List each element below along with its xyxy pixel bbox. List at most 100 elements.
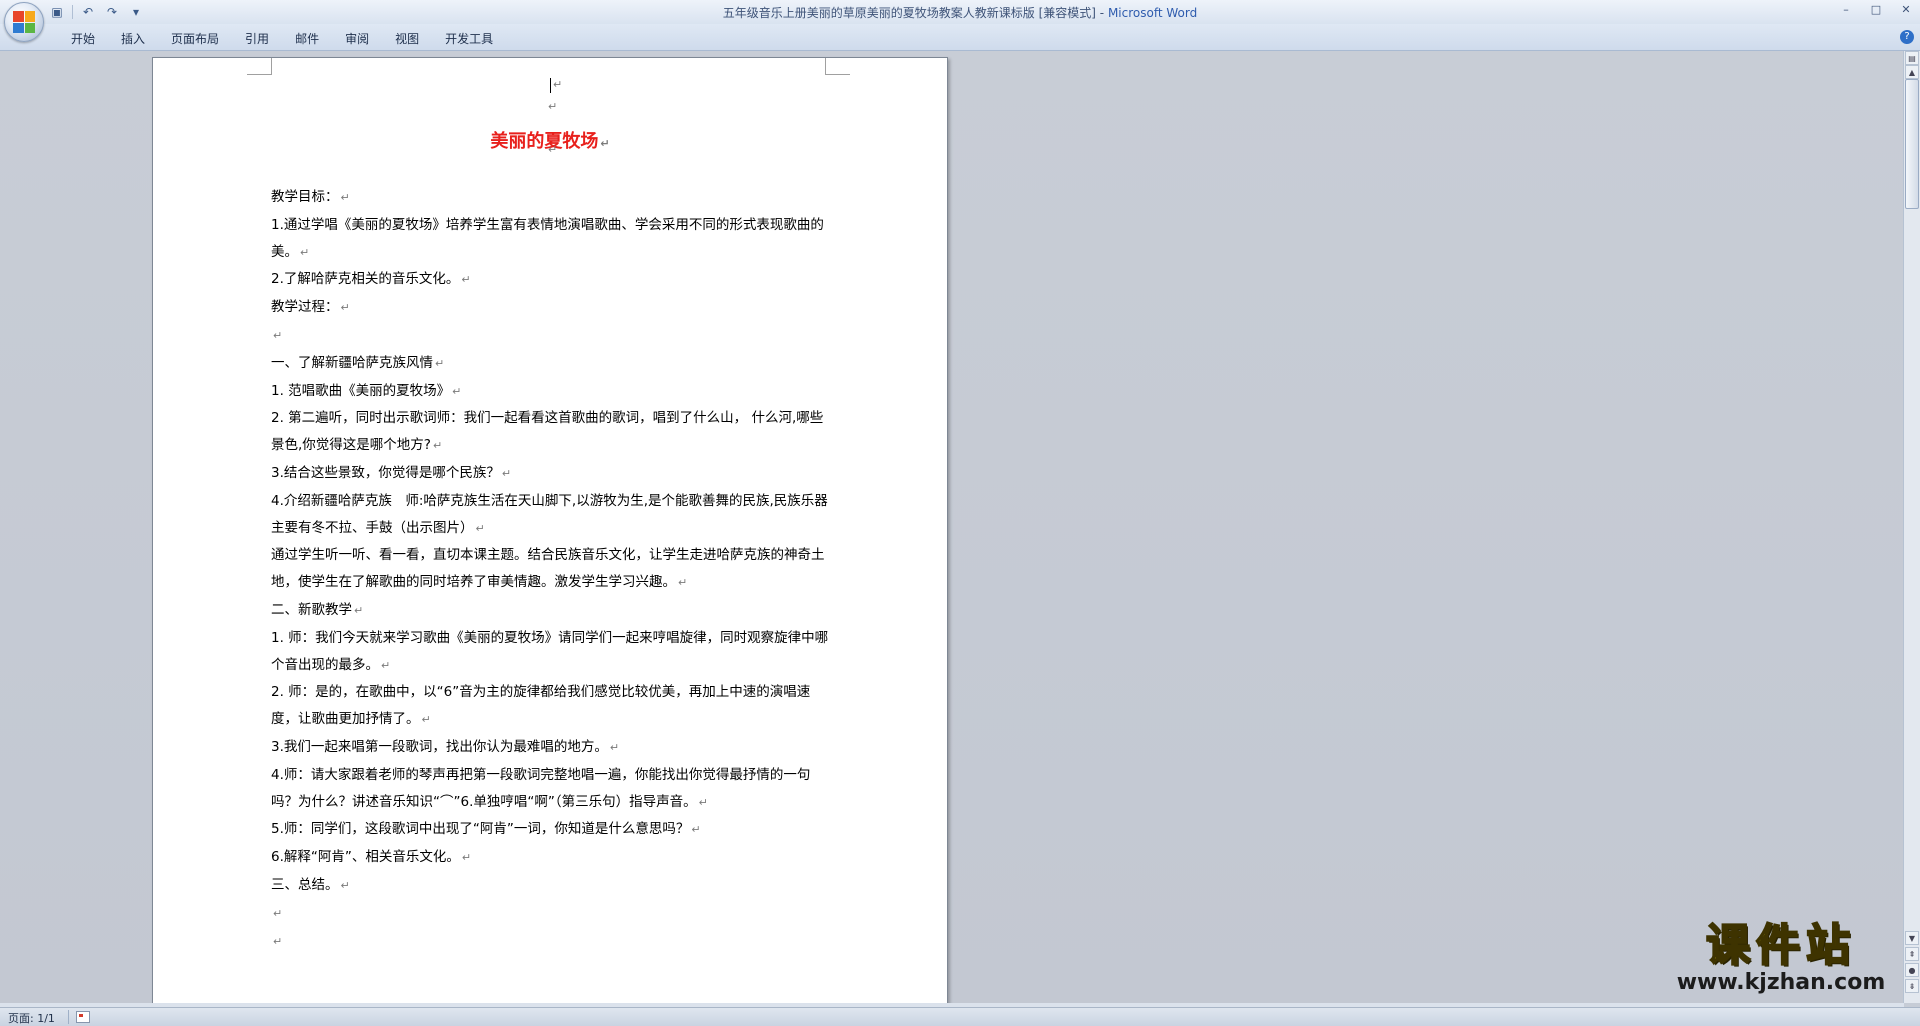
paragraph-mark-icon: ↵ [435, 356, 445, 370]
paragraph-mark-icon: ↵ [421, 713, 431, 727]
paragraph[interactable]: 2. 师：是的，在歌曲中，以“6”音为主的旋律都给我们感觉比较优美，再加上中速的… [271, 679, 831, 734]
paragraph[interactable]: 3.结合这些景致，你觉得是哪个民族？ ↵ [271, 460, 831, 488]
paragraph-mark-icon: ↵ [340, 301, 350, 315]
app-name: Microsoft Word [1107, 6, 1198, 20]
paragraph-mark-icon: ↵ [300, 245, 310, 259]
document-title-text: 美丽的夏牧场 [490, 131, 599, 152]
tab-5[interactable]: 审阅 [332, 30, 382, 48]
paragraph[interactable]: 4.介绍新疆哈萨克族 师:哈萨克族生活在天山脚下,以游牧为生,是个能歌善舞的民族… [271, 488, 831, 543]
watermark-logo: 课件站 [1705, 920, 1856, 971]
status-separator [68, 1010, 69, 1024]
paragraph-text: 3.我们一起来唱第一段歌词，找出你认为最难唱的地方。 [271, 738, 608, 755]
paragraph[interactable]: 5.师：同学们，这段歌词中出现了“阿肯”一词，你知道是什么意思吗？ ↵ [271, 816, 831, 844]
paragraph[interactable]: 二、新歌教学 ↵ [271, 597, 831, 625]
window-title: 五年级音乐上册美丽的草原美丽的夏牧场教案人教新课标版 [兼容模式] - Micr… [0, 4, 1920, 21]
paragraph-mark-icon: ↵ [381, 658, 391, 672]
paragraph[interactable]: 教学目标： ↵ [271, 184, 831, 212]
tab-2[interactable]: 页面布局 [158, 30, 232, 48]
document-body[interactable]: 教学目标： ↵ 1.通过学唱《美丽的夏牧场》培养学生富有表情地演唱歌曲、学会采用不同… [271, 184, 831, 955]
paragraph-mark-icon: ↵ [452, 384, 462, 398]
paragraph-mark-icon: ↵ [340, 191, 350, 204]
tab-4[interactable]: 邮件 [282, 30, 332, 48]
paragraph-text: 教学过程： [271, 299, 339, 316]
tab-7[interactable]: 开发工具 [432, 30, 506, 48]
watermark-url: www.kjzhan.com [1676, 970, 1886, 995]
paragraph[interactable]: 通过学生听一听、看一看，直切本课主题。结合民族音乐文化，让学生走进哈萨克族的神奇… [271, 542, 831, 597]
margin-corner-top-right [825, 58, 850, 75]
scrollbar-thumb[interactable] [1905, 79, 1919, 209]
next-page-icon[interactable]: ⇟ [1905, 979, 1919, 993]
tab-0[interactable]: 开始 [58, 30, 108, 48]
scroll-up-icon[interactable]: ▲ [1905, 65, 1919, 79]
paragraph[interactable]: 一、了解新疆哈萨克族风情 ↵ [271, 350, 831, 378]
window-controls: – □ ✕ [1838, 2, 1914, 18]
paragraph-text: 2.了解哈萨克相关的音乐文化。 [271, 271, 460, 288]
paragraph-mark-icon: ↵ [273, 328, 283, 342]
ruler-toggle-icon[interactable]: ▤ [1905, 51, 1919, 65]
paragraph-text: 2. 第二遍听，同时出示歌词师：我们一起看看这首歌曲的歌词，唱到了什么山， 什么… [271, 410, 824, 454]
paragraph-mark-icon: ↵ [273, 934, 283, 948]
vertical-scrollbar[interactable]: ▤ ▲ ▼ ⇞ ● ⇟ [1903, 51, 1920, 1003]
paragraph-mark-icon: ↵ [354, 603, 364, 617]
document-name: 五年级音乐上册美丽的草原美丽的夏牧场教案人教新课标版 [兼容模式] - [722, 6, 1105, 20]
paragraph-text: 二、新歌教学 [271, 601, 352, 618]
paragraph[interactable]: ↵ [271, 928, 831, 956]
paragraph-text: 1. 师：我们今天就来学习歌曲《美丽的夏牧场》请同学们一起来哼唱旋律，同时观察旋… [271, 629, 829, 673]
ribbon-tabs: 开始 插入 页面布局 引用 邮件 审阅 视图 开发工具 [58, 30, 506, 48]
paragraph-mark-icon: ↵ [475, 521, 485, 535]
paragraph-mark-icon: ↵ [501, 466, 512, 480]
paragraph[interactable]: 1.通过学唱《美丽的夏牧场》培养学生富有表情地演唱歌曲、学会采用不同的形式表现歌… [271, 212, 831, 267]
page-count[interactable]: 页面: 1/1 [8, 1010, 55, 1026]
office-button[interactable] [4, 2, 44, 42]
paragraph-text: 5.师：同学们，这段歌词中出现了“阿肯”一词，你知道是什么意思吗？ [271, 821, 690, 838]
tab-1[interactable]: 插入 [108, 30, 158, 48]
paragraph[interactable]: 1. 师：我们今天就来学习歌曲《美丽的夏牧场》请同学们一起来哼唱旋律，同时观察旋… [271, 625, 831, 680]
paragraph-text: 6.解释“阿肯”、相关音乐文化。 [271, 849, 460, 866]
paragraph-mark-icon: ↵ [548, 100, 558, 113]
paragraph-mark-icon: ↵ [273, 906, 283, 920]
help-icon[interactable]: ? [1900, 30, 1914, 44]
paragraph-mark-icon: ↵ [553, 78, 563, 91]
document-page[interactable]: ↵ ↵ 美丽的夏牧场 ↵ ↵ 教学目标： ↵ 1.通过学唱《美丽的夏牧场》培养学生富有… [152, 57, 948, 1003]
paragraph-text: 4.师：请大家跟着老师的琴声再把第一段歌词完整地唱一遍，你能找出你觉得最抒情的一… [271, 766, 811, 810]
office-logo-icon [13, 11, 35, 33]
paragraph-text: 一、了解新疆哈萨克族风情 [271, 354, 433, 371]
ribbon-tab-bar: 开始 插入 页面布局 引用 邮件 审阅 视图 开发工具 ? [0, 24, 1920, 51]
paragraph[interactable]: ↵ [271, 900, 831, 928]
paragraph[interactable]: 2. 第二遍听，同时出示歌词师：我们一起看看这首歌曲的歌词，唱到了什么山， 什么… [271, 405, 831, 460]
tab-6[interactable]: 视图 [382, 30, 432, 48]
paragraph[interactable]: 1. 范唱歌曲《美丽的夏牧场》 ↵ [271, 378, 831, 406]
paragraph-text: 1.通过学唱《美丽的夏牧场》培养学生富有表情地演唱歌曲、学会采用不同的形式表现歌… [271, 216, 824, 260]
paragraph-mark-icon: ↵ [432, 439, 443, 453]
watermark: 课件站 www.kjzhan.com [1666, 920, 1896, 1002]
paragraph-mark-icon: ↵ [461, 851, 472, 865]
title-bar: ▣ ↶ ↷ ▾ 五年级音乐上册美丽的草原美丽的夏牧场教案人教新课标版 [兼容模式… [0, 0, 1920, 25]
status-bar: 页面: 1/1 [0, 1007, 1920, 1026]
paragraph[interactable]: 教学过程： ↵ [271, 294, 831, 322]
paragraph[interactable]: 2.了解哈萨克相关的音乐文化。 ↵ [271, 266, 831, 294]
document-workspace[interactable]: ↵ ↵ 美丽的夏牧场 ↵ ↵ 教学目标： ↵ 1.通过学唱《美丽的夏牧场》培养学生富有… [0, 51, 1904, 1003]
paragraph-text: 通过学生听一听、看一看，直切本课主题。结合民族音乐文化，让学生走进哈萨克族的神奇… [271, 547, 825, 591]
paragraph[interactable]: ↵ [271, 322, 831, 350]
tab-3[interactable]: 引用 [232, 30, 282, 48]
paragraph-mark-icon: ↵ [678, 576, 688, 590]
proofing-icon[interactable] [76, 1011, 90, 1023]
paragraph-mark-icon: ↵ [340, 878, 350, 892]
paragraph-text: 2. 师：是的，在歌曲中，以“6”音为主的旋律都给我们感觉比较优美，再加上中速的… [271, 684, 811, 728]
paragraph[interactable]: 三、总结。 ↵ [271, 872, 831, 900]
paragraph-text: 教学目标： [271, 189, 339, 205]
browse-object-icon[interactable]: ● [1905, 963, 1919, 977]
maximize-icon[interactable]: □ [1868, 2, 1884, 18]
paragraph[interactable]: 3.我们一起来唱第一段歌词，找出你认为最难唱的地方。 ↵ [271, 734, 831, 762]
paragraph-mark-icon: ↵ [600, 137, 610, 150]
paragraph-text: 三、总结。 [271, 876, 339, 893]
paragraph-mark-icon: ↵ [609, 740, 620, 754]
previous-page-icon[interactable]: ⇞ [1905, 947, 1919, 961]
paragraph-text: 3.结合这些景致，你觉得是哪个民族？ [271, 464, 500, 481]
paragraph[interactable]: 6.解释“阿肯”、相关音乐文化。 ↵ [271, 844, 831, 872]
paragraph[interactable]: 4.师：请大家跟着老师的琴声再把第一段歌词完整地唱一遍，你能找出你觉得最抒情的一… [271, 762, 831, 817]
close-icon[interactable]: ✕ [1898, 2, 1914, 18]
minimize-icon[interactable]: – [1838, 2, 1854, 18]
paragraph-mark-icon: ↵ [461, 273, 471, 287]
scroll-down-icon[interactable]: ▼ [1905, 931, 1919, 945]
